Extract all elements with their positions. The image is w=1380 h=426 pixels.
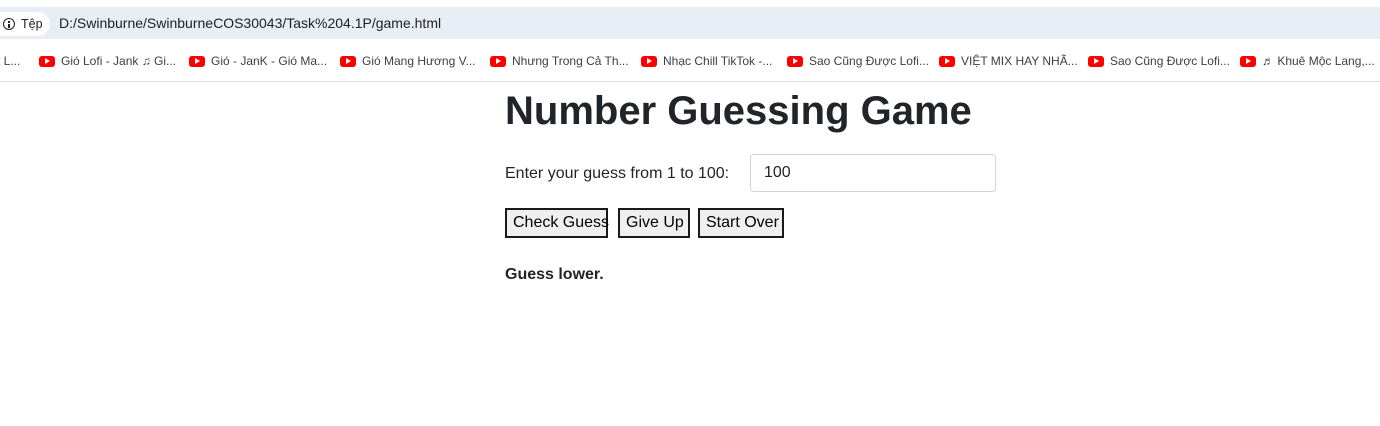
bookmark-item[interactable]: Gió Lofi - Jank ♫ Gi... xyxy=(39,46,176,76)
check-guess-button[interactable]: Check Guess xyxy=(505,208,609,238)
give-up-button[interactable]: Give Up xyxy=(618,208,690,238)
bookmark-label: Gió Mang Hương V... xyxy=(362,54,476,68)
start-over-button[interactable]: Start Over xyxy=(698,208,784,238)
bookmark-label: Gió - JanK - Gió Ma... xyxy=(211,54,328,68)
site-info-label: Tệp xyxy=(21,17,43,31)
bookmark-item[interactable]: ♬ Khuê Mộc Lang,... xyxy=(1240,46,1375,76)
bookmark-label: Nhạc Chill TikTok -... xyxy=(663,54,773,68)
guess-input[interactable] xyxy=(750,154,996,192)
youtube-icon xyxy=(340,55,356,67)
youtube-icon xyxy=(641,55,657,67)
guess-label: Enter your guess from 1 to 100: xyxy=(505,165,730,182)
bookmark-item[interactable]: Gió Mang Hương V... xyxy=(340,46,476,76)
youtube-icon xyxy=(939,55,955,67)
bookmark-label: t L... xyxy=(0,54,21,68)
youtube-icon xyxy=(1240,55,1256,67)
youtube-icon xyxy=(1088,55,1104,67)
bookmark-item[interactable]: Gió - JanK - Gió Ma... xyxy=(189,46,327,76)
bookmark-item[interactable]: t L... xyxy=(0,46,20,76)
bookmark-item[interactable]: VIỆT MIX HAY NHÃ... xyxy=(939,46,1078,76)
youtube-icon xyxy=(39,55,55,67)
bookmark-item[interactable]: Sao Cũng Được Lofi... xyxy=(1088,46,1230,76)
bookmark-item[interactable]: Nhạc Chill TikTok -... xyxy=(641,46,772,76)
bookmarks-bar: t L... Gió Lofi - Jank ♫ Gi... Gió - Jan… xyxy=(0,46,1380,82)
bookmark-item[interactable]: Sao Cũng Được Lofi... xyxy=(787,46,929,76)
bookmark-label: VIỆT MIX HAY NHÃ... xyxy=(961,54,1078,68)
youtube-icon xyxy=(490,55,506,67)
result-message: Guess lower. xyxy=(505,266,604,283)
youtube-icon xyxy=(787,55,803,67)
url-text[interactable]: D:/Swinburne/SwinburneCOS30043/Task%204.… xyxy=(59,15,441,31)
bookmark-label: Gió Lofi - Jank ♫ Gi... xyxy=(61,54,177,68)
bookmark-label: ♬ Khuê Mộc Lang,... xyxy=(1262,54,1375,68)
page-title: Number Guessing Game xyxy=(505,89,972,133)
bookmark-label: Sao Cũng Được Lofi... xyxy=(809,54,929,68)
bookmark-label: Sao Cũng Được Lofi... xyxy=(1110,54,1230,68)
bookmark-label: Nhưng Trong Cả Th... xyxy=(512,54,629,68)
youtube-icon xyxy=(189,55,205,67)
address-bar: Tệp D:/Swinburne/SwinburneCOS30043/Task%… xyxy=(0,0,1380,46)
bookmark-item[interactable]: Nhưng Trong Cả Th... xyxy=(490,46,629,76)
site-info-chip[interactable]: Tệp xyxy=(0,12,50,36)
info-icon xyxy=(3,18,15,30)
